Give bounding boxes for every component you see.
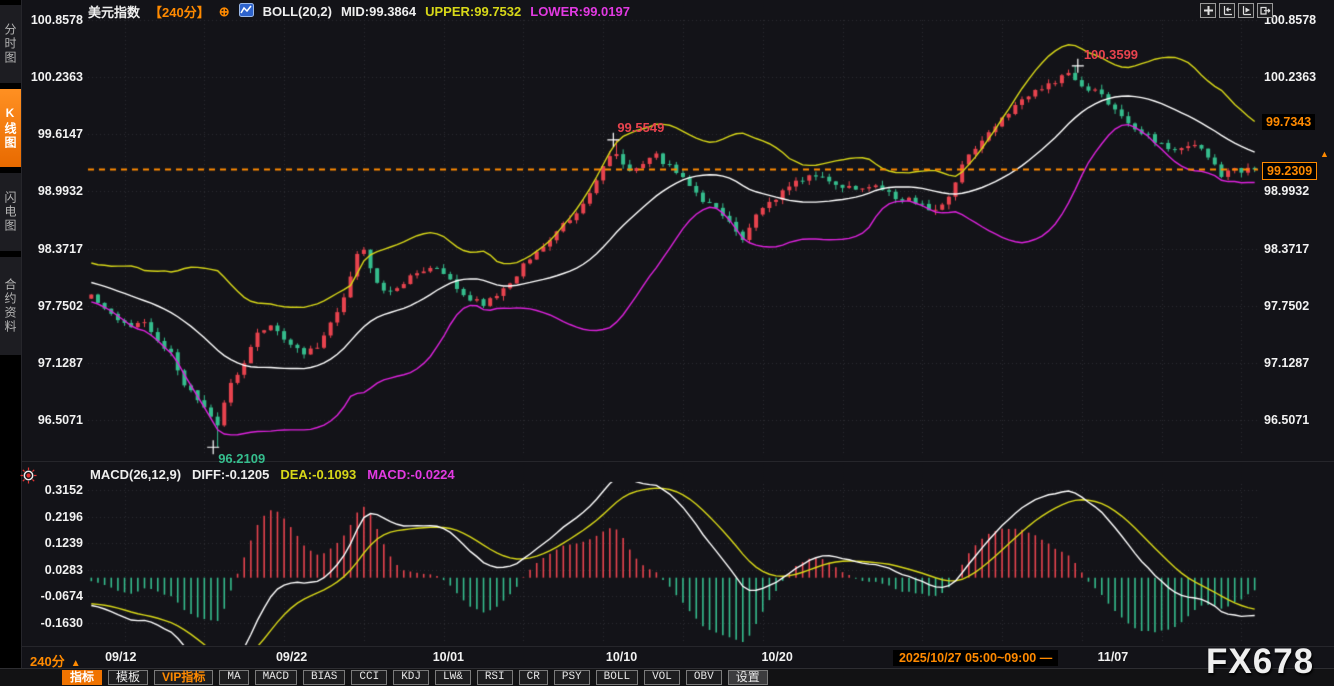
toolbar-button-settings[interactable]: 设置 (728, 670, 768, 685)
date-tooltip: 2025/10/27 05:00~09:00 — (893, 650, 1058, 666)
main-y-axis-label: 99.6147 (25, 127, 83, 141)
macd-dea-value: DEA:-0.1093 (280, 467, 356, 482)
kline-settings-icon[interactable] (239, 3, 254, 20)
main-y-axis-label: 97.1287 (25, 356, 83, 370)
main-y-axis-label: 98.3717 (25, 242, 83, 256)
boll-mid-value: MID:99.3864 (341, 4, 416, 19)
toolbar-button-vol[interactable]: VOL (644, 670, 680, 685)
main-right-axis-label: 98.3717 (1264, 242, 1309, 256)
period-tag: 【240分】 (149, 2, 210, 21)
macd-header: MACD(26,12,9) DIFF:-0.1205 DEA:-0.1093 M… (90, 467, 455, 482)
toolbar-button-macd[interactable]: MACD (255, 670, 297, 685)
trading-terminal: { "header": { "symbol": "美元指数", "period_… (0, 0, 1334, 686)
symbol-title: 美元指数 (88, 2, 140, 21)
toolbar-button-boll[interactable]: BOLL (596, 670, 638, 685)
x-axis-date: 11/07 (1098, 650, 1129, 664)
x-axis-date: 10/20 (761, 650, 792, 664)
toolbar-button-template[interactable]: 模板 (108, 670, 148, 685)
x-axis-date: 10/01 (433, 650, 464, 664)
macd-y-axis-label: -0.1630 (25, 616, 83, 630)
exit-chart-icon[interactable] (1257, 3, 1273, 18)
price-up-arrow-icon: ▲ (1320, 149, 1329, 159)
main-right-axis-label: 97.1287 (1264, 356, 1309, 370)
macd-y-axis-label: 0.1239 (25, 536, 83, 550)
main-y-axis-label: 97.7502 (25, 299, 83, 313)
price-annotation: 96.2109 (218, 451, 265, 466)
macd-name: MACD(26,12,9) (90, 467, 181, 482)
toolbar-button-bias[interactable]: BIAS (303, 670, 345, 685)
chart-canvas[interactable] (0, 0, 1334, 686)
indicator-toolbar: 指标模板 VIP指标 MA MACD BIAS CCI KDJ LW&RSI CR PSY BOLL… (0, 668, 1334, 686)
price-annotation: 99.5549 (617, 120, 664, 135)
axis-play-right-icon[interactable] (1238, 3, 1254, 18)
main-y-axis-label: 100.2363 (25, 70, 83, 84)
toolbar-button-ma[interactable]: MA (219, 670, 248, 685)
current-price-tag: 99.2309 (1262, 162, 1317, 180)
flash-alert-icon[interactable] (20, 467, 37, 489)
x-axis-date: 09/22 (276, 650, 307, 664)
x-axis-date: 09/12 (105, 650, 136, 664)
chart-header: 美元指数 【240分】 ⊕ BOLL(20,2) MID:99.3864 UPP… (88, 3, 630, 20)
macd-diff-value: DIFF:-0.1205 (192, 467, 269, 482)
main-right-axis-label: 96.5071 (1264, 413, 1309, 427)
boll-label: BOLL(20,2) (263, 4, 332, 19)
main-y-axis-label: 96.5071 (25, 413, 83, 427)
sidebar: 分时图 K线图闪电图合约资料 (0, 0, 22, 668)
toolbar-button-lwr[interactable]: LW& (435, 670, 471, 685)
main-right-axis-label: 97.7502 (1264, 299, 1309, 313)
toolbar-button-psy[interactable]: PSY (554, 670, 590, 685)
main-right-axis-label: 98.9932 (1264, 184, 1309, 198)
axis-divider (22, 646, 1334, 647)
main-right-axis-label: 100.2363 (1264, 70, 1316, 84)
add-indicator-icon[interactable]: ⊕ (219, 4, 230, 20)
boll-lower-value: LOWER:99.0197 (530, 4, 630, 19)
sidebar-tab-contract-info[interactable]: 合约资料 (0, 257, 21, 355)
watermark: FX678 (1206, 642, 1314, 682)
price-annotation: 100.3599 (1084, 47, 1138, 62)
macd-macd-value: MACD:-0.0224 (367, 467, 454, 482)
boll-upper-value: UPPER:99.7532 (425, 4, 521, 19)
macd-y-axis-label: 0.0283 (25, 563, 83, 577)
sidebar-tab-time-chart[interactable]: 分时图 (0, 5, 21, 83)
macd-y-axis-label: 0.2196 (25, 510, 83, 524)
toolbar-button-vip-indicator[interactable]: VIP指标 (154, 670, 213, 685)
main-y-axis-label: 98.9932 (25, 184, 83, 198)
window-controls (1200, 3, 1273, 18)
toolbar-button-kdj[interactable]: KDJ (393, 670, 429, 685)
main-y-axis-label: 100.8578 (25, 13, 83, 27)
x-axis-date: 10/10 (606, 650, 637, 664)
sidebar-tab-kline-chart[interactable]: K线图 (0, 89, 21, 167)
toolbar-button-obv[interactable]: OBV (686, 670, 722, 685)
toolbar-button-rsi[interactable]: RSI (477, 670, 513, 685)
move-tool-icon[interactable] (1200, 3, 1216, 18)
toolbar-button-cci[interactable]: CCI (351, 670, 387, 685)
toolbar-button-cr[interactable]: CR (519, 670, 548, 685)
macd-y-axis-label: -0.0674 (25, 589, 83, 603)
upper-band-price-tag: 99.7343 (1262, 114, 1315, 130)
toolbar-button-indicator[interactable]: 指标 (62, 670, 102, 685)
axis-pan-left-icon[interactable] (1219, 3, 1235, 18)
sidebar-tab-flash-chart[interactable]: 闪电图 (0, 173, 21, 251)
